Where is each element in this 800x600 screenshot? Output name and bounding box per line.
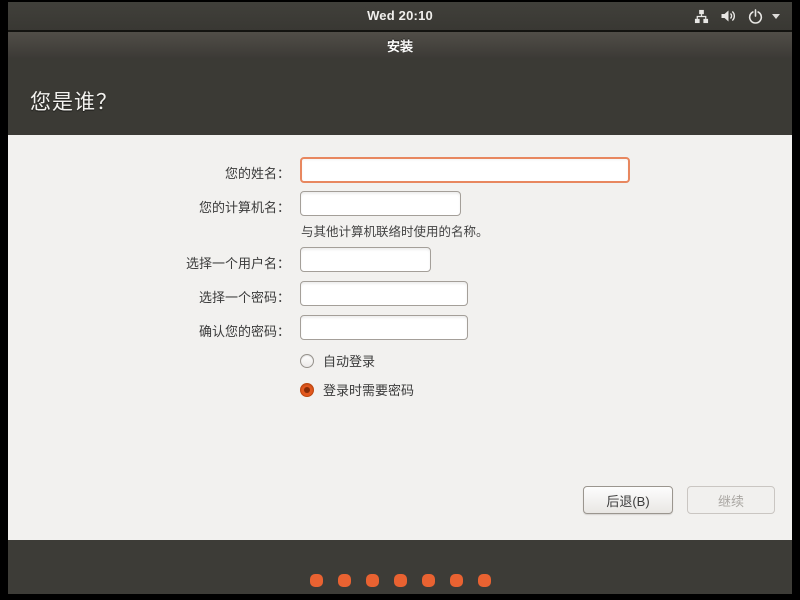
hostname-hint: 与其他计算机联络时使用的名称。: [301, 221, 489, 240]
username-label: 选择一个用户名：: [186, 253, 290, 272]
progress-dot: [450, 574, 463, 587]
radio-auto-login[interactable]: 自动登录: [300, 351, 375, 370]
page-title: 您是谁？: [30, 78, 118, 116]
clock[interactable]: Wed 20:10: [8, 2, 792, 30]
form-area: 您的姓名： 您的计算机名： 与其他计算机联络时使用的名称。 选择一个用户名： 选…: [8, 135, 792, 540]
password-label: 选择一个密码：: [199, 287, 290, 306]
window-title: 安装: [387, 36, 413, 55]
progress-dot: [478, 574, 491, 587]
progress-dot: [366, 574, 379, 587]
progress-dot: [422, 574, 435, 587]
hostname-label: 您的计算机名：: [199, 197, 290, 216]
confirm-password-input[interactable]: [300, 315, 468, 340]
computer-name-input[interactable]: [300, 191, 461, 216]
full-name-input[interactable]: [300, 157, 630, 183]
installer-screen: Wed 20:10: [8, 2, 792, 594]
progress-dot: [338, 574, 351, 587]
indicator-area: [693, 2, 780, 30]
volume-icon[interactable]: [720, 8, 736, 24]
radio-require-password[interactable]: 登录时需要密码: [300, 380, 414, 399]
power-icon[interactable]: [747, 8, 763, 24]
continue-button[interactable]: 继续: [687, 486, 775, 514]
name-label: 您的姓名：: [225, 163, 290, 182]
confirm-password-label: 确认您的密码：: [199, 321, 290, 340]
password-input[interactable]: [300, 281, 468, 306]
progress-dot: [310, 574, 323, 587]
network-icon[interactable]: [693, 8, 709, 24]
username-input[interactable]: [300, 247, 431, 272]
back-button[interactable]: 后退(B): [583, 486, 673, 514]
radio-auto-login-label: 自动登录: [323, 351, 375, 370]
caret-down-icon[interactable]: [772, 14, 780, 19]
window-titlebar: 安装: [8, 32, 792, 58]
system-top-panel: Wed 20:10: [8, 2, 792, 32]
page-header: 您是谁？: [8, 58, 792, 135]
radio-selected-icon[interactable]: [300, 383, 314, 397]
radio-require-password-label: 登录时需要密码: [323, 380, 414, 399]
progress-footer: [8, 540, 792, 594]
progress-dot: [394, 574, 407, 587]
radio-circle-icon[interactable]: [300, 354, 314, 368]
